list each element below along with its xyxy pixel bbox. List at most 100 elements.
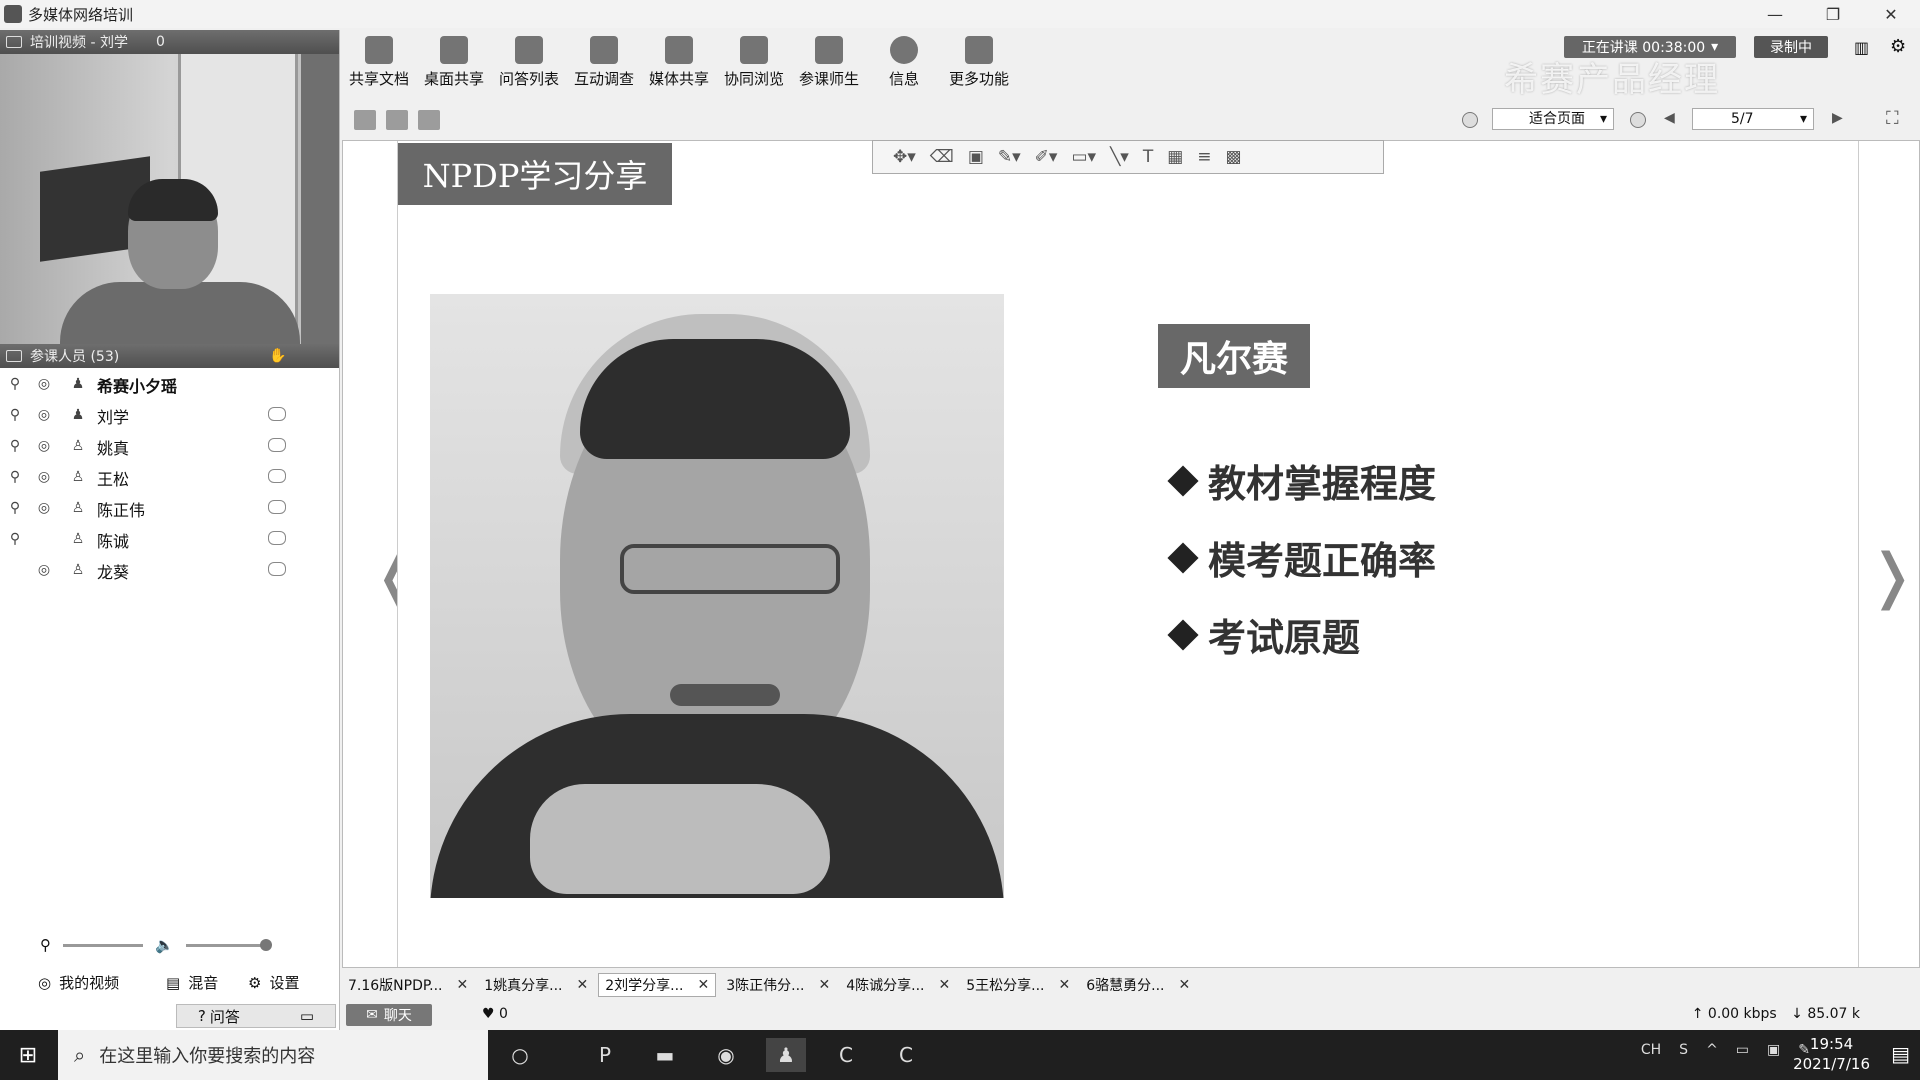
participant-row[interactable]: ⚲ ◎ ♟ 希赛小夕瑶 [0,368,339,399]
input-method-icon[interactable]: S [1679,1042,1688,1058]
participant-row[interactable]: ⚲ ◎ ♟ 刘学 [0,399,339,430]
chat-icon[interactable] [268,500,286,514]
chat-icon[interactable] [268,407,286,421]
clock[interactable]: 19:54 2021/7/16 [1793,1034,1870,1074]
chat-icon[interactable] [268,438,286,452]
speaker-volume-slider[interactable] [185,938,272,951]
attendees-button[interactable]: 参课师生 [792,36,866,89]
close-button[interactable]: ✕ [1862,0,1920,28]
mic-icon[interactable]: ⚲ [6,499,24,517]
highlighter-icon[interactable]: ✐▾ [1035,147,1058,167]
close-icon[interactable]: ✕ [697,977,709,993]
camera-icon[interactable]: ◎ [35,468,53,486]
pen-icon[interactable]: ✎▾ [998,147,1021,167]
co-browse-button[interactable]: 协同浏览 [717,36,791,89]
teacher-video[interactable] [0,54,339,344]
clear-icon[interactable]: ▣ [968,147,984,167]
desktop-share-button[interactable]: 桌面共享 [417,36,491,89]
pointer-icon[interactable]: ✥▾ [893,147,916,167]
file-explorer-icon[interactable]: ▬ [645,1038,685,1072]
doc-tab-active[interactable]: 2刘学分享... ✕ [598,973,717,997]
participant-row[interactable]: ◎ ♙ 龙葵 [0,554,339,585]
likes[interactable]: ♥ 0 [482,1006,508,1022]
line-icon[interactable]: ╲▾ [1110,147,1129,167]
qa-list-button[interactable]: 问答列表 [492,36,566,89]
page-select[interactable]: 5/7 ▾ [1692,108,1814,130]
add-document-icon[interactable] [386,110,408,130]
my-video-button[interactable]: ◎ 我的视频 [38,972,119,993]
screenshot-icon[interactable] [418,110,440,130]
chat-icon[interactable] [268,562,286,576]
taskbar-search[interactable]: ⌕ 在这里输入你要搜索的内容 [58,1030,488,1080]
line-width-icon[interactable]: ≡ [1197,147,1211,167]
mic-volume-slider[interactable] [63,943,143,947]
mic-icon[interactable]: ⚲ [6,437,24,455]
task-view-icon[interactable]: ○ [500,1038,540,1072]
chat-button[interactable]: ✉ 聊天 [346,1004,432,1026]
participant-row[interactable]: ⚲ ◎ ♙ 姚真 [0,430,339,461]
close-icon[interactable]: ✕ [1058,977,1070,993]
rectangle-icon[interactable]: ▭▾ [1071,147,1096,167]
open-folder-icon[interactable] [354,110,376,130]
mic-icon[interactable]: ⚲ [6,530,24,548]
minimize-icon[interactable]: ▭ [300,1007,314,1025]
chat-icon[interactable] [268,531,286,545]
settings-button[interactable]: ⚙ 设置 [248,972,299,993]
windows-start-icon[interactable]: ⊞ [0,1030,56,1080]
info-button[interactable]: 信息 [867,36,941,89]
fullscreen-icon[interactable]: ⛶ [1886,108,1899,129]
raise-hand-icon[interactable]: ✋ [269,348,286,364]
close-icon[interactable]: ✕ [1178,977,1190,993]
doc-tab[interactable]: 5王松分享... ✕ [960,973,1076,997]
training-app-icon[interactable]: ♟ [766,1038,806,1072]
mic-icon[interactable]: ⚲ [6,468,24,486]
close-icon[interactable]: ✕ [576,977,588,993]
maximize-button[interactable]: ❐ [1804,0,1862,28]
camera-icon[interactable]: ◎ [35,561,53,579]
doc-tab[interactable]: 3陈正伟分... ✕ [720,973,836,997]
camera-icon[interactable]: ◎ [35,375,53,393]
zoom-out-icon[interactable] [1630,112,1646,128]
qa-button[interactable]: ? 问答 ▭ [176,1004,336,1028]
close-icon[interactable]: ✕ [456,977,468,993]
eraser-icon[interactable]: ⌫ [930,147,954,167]
prev-page-icon[interactable]: ◀ [1664,110,1675,126]
camera-icon[interactable]: ◎ [35,499,53,517]
zoom-select[interactable]: 适合页面 ▾ [1492,108,1614,130]
mic-icon[interactable]: ⚲ [6,406,24,424]
minimize-button[interactable]: — [1746,0,1804,28]
app-c-icon[interactable]: C [826,1038,866,1072]
camera-icon[interactable]: ◎ [35,437,53,455]
camera-icon[interactable]: ◎ [35,406,53,424]
record-status[interactable]: 录制中 [1754,36,1828,58]
language-indicator[interactable]: CH [1641,1042,1661,1058]
next-slide-arrow[interactable]: ❭ [1867,541,1917,611]
doc-tab[interactable]: 1姚真分享... ✕ [478,973,594,997]
chat-icon[interactable] [268,469,286,483]
doc-tab[interactable]: 4陈诚分享... ✕ [840,973,956,997]
layout-icon[interactable]: ▥ [1854,38,1869,57]
chrome-icon[interactable]: ◉ [706,1038,746,1072]
snapshot-icon[interactable]: ▩ [1226,147,1242,167]
app-c2-icon[interactable]: C [886,1038,926,1072]
text-icon[interactable]: T [1143,147,1153,167]
gear-icon[interactable]: ⚙ [1890,36,1906,57]
battery-icon[interactable]: ▭ [1736,1042,1749,1058]
participant-row[interactable]: ⚲ ◎ ♙ 陈正伟 [0,492,339,523]
close-icon[interactable]: ✕ [818,977,830,993]
doc-tab[interactable]: 7.16版NPDP... ✕ [342,973,474,997]
more-features-button[interactable]: 更多功能 [942,36,1016,89]
speaker-icon[interactable]: 🔈 [155,936,174,954]
notification-icon[interactable]: ▤ [1891,1042,1910,1066]
chevron-up-icon[interactable]: ^ [1706,1042,1718,1058]
powerpoint-icon[interactable]: P [585,1038,625,1072]
close-icon[interactable]: ✕ [938,977,950,993]
color-icon[interactable]: ▦ [1167,147,1183,167]
participant-row[interactable]: ⚲ ◎ ♙ 王松 [0,461,339,492]
doc-tab[interactable]: 6骆慧勇分... ✕ [1080,973,1196,997]
zoom-in-icon[interactable] [1462,112,1478,128]
media-share-button[interactable]: 媒体共享 [642,36,716,89]
survey-button[interactable]: 互动调查 [567,36,641,89]
mic-icon[interactable]: ⚲ [40,936,51,954]
mix-button[interactable]: ▤ 混音 [166,972,218,993]
